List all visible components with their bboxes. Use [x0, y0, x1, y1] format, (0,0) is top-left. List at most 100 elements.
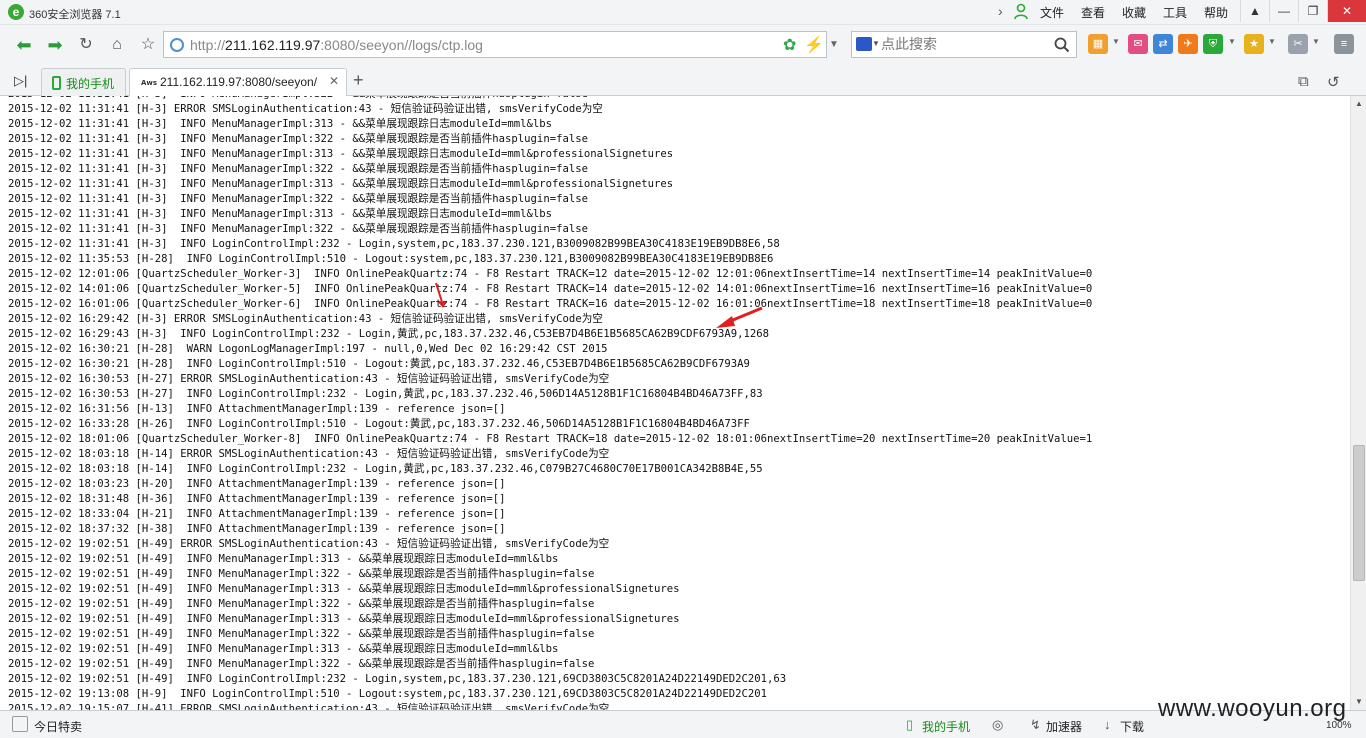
- address-bar[interactable]: http://211.162.119.97:8080/seeyon//logs/…: [163, 31, 827, 58]
- log-line: 2015-12-02 11:31:41 [H-3] ERROR SMSLogin…: [8, 103, 603, 115]
- caret-down-icon[interactable]: ▼: [1312, 37, 1320, 46]
- app-title: 360安全浏览器 7.1: [29, 9, 121, 21]
- tab-my-phone[interactable]: 我的手机: [41, 68, 126, 96]
- chevron-down-icon[interactable]: ▼: [826, 31, 842, 58]
- close-icon[interactable]: ✕: [329, 74, 339, 88]
- accelerator-button[interactable]: 加速器: [1046, 718, 1082, 735]
- home-icon[interactable]: ⌂: [104, 32, 130, 58]
- sidebar-icon[interactable]: [12, 716, 28, 732]
- caret-down-icon[interactable]: ▼: [1112, 37, 1120, 46]
- shield-icon[interactable]: ⛨: [1203, 34, 1223, 54]
- log-line: 2015-12-02 19:02:51 [H-49] INFO MenuMana…: [8, 643, 559, 655]
- watermark: www.wooyun.org: [1158, 695, 1347, 722]
- log-line: 2015-12-02 18:03:18 [H-14] ERROR SMSLogi…: [8, 448, 610, 460]
- caret-down-icon[interactable]: ▼: [872, 39, 880, 48]
- log-line: 2015-12-02 19:02:51 [H-49] ERROR SMSLogi…: [8, 538, 610, 550]
- address-url[interactable]: http://211.162.119.97:8080/seeyon//logs/…: [190, 37, 483, 53]
- tab-log-page[interactable]: Aws 211.162.119.97:8080/seeyon/ ✕: [129, 68, 347, 97]
- log-line: 2015-12-02 11:31:41 [H-3] INFO MenuManag…: [8, 178, 674, 190]
- log-line: 2015-12-02 11:31:41 [H-3] INFO MenuManag…: [8, 118, 552, 130]
- log-line: 2015-12-02 19:02:51 [H-49] INFO MenuMana…: [8, 658, 595, 670]
- tab-label: 我的手机: [66, 77, 115, 91]
- log-line: 2015-12-02 19:02:51 [H-49] INFO MenuMana…: [8, 598, 595, 610]
- flight-icon[interactable]: ✈: [1178, 34, 1198, 54]
- navigation-bar: ⬅ ➡ ↻ ⌂ ☆ http://211.162.119.97:8080/see…: [0, 25, 1366, 65]
- download-button[interactable]: 下载: [1120, 718, 1144, 735]
- star-icon[interactable]: ☆: [135, 32, 161, 58]
- search-engine-icon[interactable]: [856, 37, 872, 51]
- close-button[interactable]: ✕: [1327, 0, 1366, 22]
- maximize-button[interactable]: ❐: [1298, 0, 1327, 22]
- log-line: 2015-12-02 11:31:41 [H-3] INFO MenuManag…: [8, 163, 588, 175]
- menu-view[interactable]: 查看: [1081, 4, 1105, 21]
- log-line: 2015-12-02 16:31:56 [H-13] INFO Attachme…: [8, 403, 506, 415]
- screenshot-icon[interactable]: ✂: [1288, 34, 1308, 54]
- today-deals-link[interactable]: 今日特卖: [34, 718, 82, 735]
- speed-mode-icon[interactable]: ⚡: [804, 35, 824, 55]
- log-line: 2015-12-02 18:31:48 [H-36] INFO Attachme…: [8, 493, 506, 505]
- log-line: 2015-12-02 16:29:43 [H-3] INFO LoginCont…: [8, 328, 770, 340]
- site-info-icon[interactable]: [170, 38, 184, 52]
- log-line: 2015-12-02 11:31:41 [H-3] INFO MenuManag…: [8, 208, 552, 220]
- log-line: 2015-12-02 12:01:06 [QuartzScheduler_Wor…: [8, 268, 1093, 280]
- log-line: 2015-12-02 16:01:06 [QuartzScheduler_Wor…: [8, 298, 1093, 310]
- download-icon: ↓: [1104, 717, 1111, 732]
- menu-more-icon[interactable]: ≡: [1334, 34, 1354, 54]
- back-arrow-icon[interactable]: ⬅: [11, 32, 37, 58]
- tab-list-icon[interactable]: ⧉: [1298, 73, 1309, 90]
- log-line: 2015-12-02 14:01:06 [QuartzScheduler_Wor…: [8, 283, 1093, 295]
- log-line: 2015-12-02 16:30:21 [H-28] WARN LogonLog…: [8, 343, 608, 355]
- compat-mode-icon[interactable]: ✿: [783, 35, 796, 55]
- log-line: 2015-12-02 19:02:51 [H-49] INFO LoginCon…: [8, 673, 787, 685]
- search-icon[interactable]: [1053, 36, 1071, 54]
- phone-icon: ▯: [906, 717, 914, 732]
- caret-down-icon[interactable]: ▼: [1228, 37, 1236, 46]
- page-favicon-icon: Aws: [141, 79, 158, 87]
- log-line: 2015-12-02 19:02:51 [H-49] INFO MenuMana…: [8, 628, 595, 640]
- scroll-up-arrow-icon[interactable]: ▲: [1351, 96, 1366, 112]
- status-bar: 今日特卖 ▯ 我的手机 ◎ ↯ 加速器 ↓ 下载 www.wooyun.org …: [0, 695, 1366, 738]
- vertical-scrollbar[interactable]: ▲ ▼: [1350, 96, 1366, 710]
- browser-logo-icon: e: [8, 4, 24, 20]
- translate-icon[interactable]: ⇄: [1153, 34, 1173, 54]
- phone-icon: [52, 76, 61, 90]
- skin-button[interactable]: ▲: [1240, 0, 1269, 22]
- title-bar: e 360安全浏览器 7.1 › 文件 查看 收藏 工具 帮助 ▲ — ❐ ✕: [0, 0, 1366, 25]
- menu-file[interactable]: 文件: [1040, 4, 1064, 21]
- menu-tools[interactable]: 工具: [1163, 4, 1187, 21]
- log-viewer: 2015-12-02 11:31:41 [H-3] INFO MenuManag…: [0, 96, 1350, 710]
- forward-arrow-icon[interactable]: ➡: [42, 32, 68, 58]
- menu-help[interactable]: 帮助: [1204, 4, 1228, 21]
- search-input[interactable]: [881, 36, 1051, 53]
- undo-close-icon[interactable]: ↺: [1327, 73, 1340, 91]
- caret-down-icon[interactable]: ▼: [1268, 37, 1276, 46]
- accelerator-icon: ↯: [1030, 717, 1041, 732]
- log-line: 2015-12-02 11:31:41 [H-3] INFO MenuManag…: [8, 148, 674, 160]
- ie-mode-icon[interactable]: ◎: [992, 717, 1003, 733]
- mail-icon[interactable]: ✉: [1128, 34, 1148, 54]
- log-line: 2015-12-02 19:02:51 [H-49] INFO MenuMana…: [8, 583, 680, 595]
- sidebar-toggle-icon[interactable]: ▷|: [14, 73, 27, 89]
- scrollbar-thumb[interactable]: [1353, 445, 1365, 581]
- user-icon[interactable]: [1013, 3, 1029, 20]
- log-text: 2015-12-02 11:31:41 [H-3] INFO MenuManag…: [8, 96, 1092, 710]
- log-line: 2015-12-02 11:31:41 [H-3] INFO MenuManag…: [8, 223, 588, 235]
- log-line: 2015-12-02 19:13:08 [H-9] INFO LoginCont…: [8, 688, 767, 700]
- tab-bar: ▷| 我的手机 Aws 211.162.119.97:8080/seeyon/ …: [0, 65, 1366, 97]
- log-line: 2015-12-02 16:30:21 [H-28] INFO LoginCon…: [8, 358, 750, 370]
- tab-label: 211.162.119.97:8080/seeyon/: [160, 75, 318, 89]
- refresh-icon[interactable]: ↻: [73, 32, 99, 58]
- log-line: 2015-12-02 11:31:41 [H-3] INFO LoginCont…: [8, 238, 780, 250]
- new-tab-plus-icon[interactable]: +: [353, 70, 364, 91]
- scroll-down-arrow-icon[interactable]: ▼: [1351, 694, 1366, 710]
- chevron-right-icon[interactable]: ›: [998, 3, 1003, 19]
- coupon-icon[interactable]: ★: [1244, 34, 1264, 54]
- zoom-level[interactable]: 100%: [1326, 720, 1352, 731]
- my-phone-link[interactable]: 我的手机: [922, 718, 970, 735]
- log-line: 2015-12-02 16:30:53 [H-27] ERROR SMSLogi…: [8, 373, 610, 385]
- log-line: 2015-12-02 18:03:23 [H-20] INFO Attachme…: [8, 478, 506, 490]
- log-line: 2015-12-02 18:37:32 [H-38] INFO Attachme…: [8, 523, 506, 535]
- apps-grid-icon[interactable]: ▦: [1088, 34, 1108, 54]
- minimize-button[interactable]: —: [1269, 0, 1298, 22]
- menu-favorites[interactable]: 收藏: [1122, 4, 1146, 21]
